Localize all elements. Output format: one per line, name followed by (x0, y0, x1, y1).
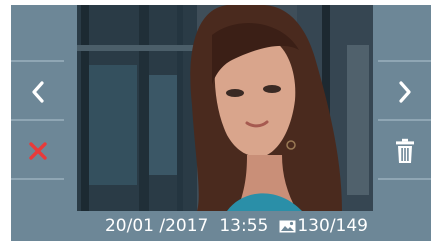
image-icon (279, 220, 296, 232)
delete-cancel-button[interactable] (11, 123, 64, 180)
capture-date: 20/01 /2017 (104, 216, 209, 236)
monitor-screen: 20/01 /2017 13:55 130 /149 (11, 5, 431, 241)
right-blank-button-bottom[interactable] (378, 182, 431, 241)
captured-photo-illustration (77, 5, 373, 211)
status-bar: 20/01 /2017 13:55 130 /149 (64, 211, 378, 241)
left-blank-button-top[interactable] (11, 5, 64, 62)
x-icon (28, 141, 47, 160)
chevron-left-icon (31, 80, 44, 103)
previous-image-button[interactable] (11, 64, 64, 121)
right-blank-button-top[interactable] (378, 5, 431, 62)
delete-image-button[interactable] (378, 123, 431, 180)
left-button-column (11, 5, 64, 241)
left-blank-button-bottom[interactable] (11, 182, 64, 241)
next-image-button[interactable] (378, 64, 431, 121)
chevron-right-icon (398, 80, 411, 103)
image-index: 130 (297, 216, 330, 236)
right-button-column (378, 5, 431, 241)
trash-icon (395, 138, 414, 163)
image-total: /149 (329, 216, 368, 236)
captured-image (77, 5, 373, 211)
capture-time: 13:55 (219, 216, 269, 236)
